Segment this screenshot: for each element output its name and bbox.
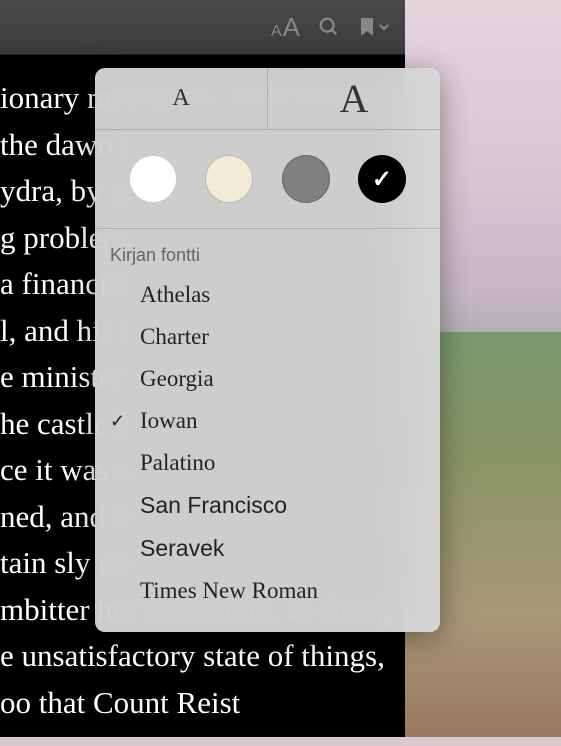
font-option-charter[interactable]: Charter (95, 316, 440, 358)
font-section-header: Kirjan fontti (95, 241, 440, 274)
theme-selector: ✓ (95, 130, 440, 229)
theme-black[interactable]: ✓ (358, 155, 406, 203)
increase-font-button[interactable]: A (268, 68, 440, 129)
book-text-line: e unsatisfactory state of things, (0, 633, 395, 680)
toolbar: AA (0, 0, 405, 55)
font-option-label: Palatino (140, 450, 215, 476)
font-option-georgia[interactable]: Georgia (95, 358, 440, 400)
font-size-control: A A (95, 68, 440, 130)
decrease-font-button[interactable]: A (95, 68, 268, 129)
font-option-seravek[interactable]: Seravek (95, 527, 440, 570)
font-option-athelas[interactable]: Athelas (95, 274, 440, 316)
theme-gray[interactable] (282, 155, 330, 203)
appearance-button[interactable]: AA (271, 12, 300, 43)
font-option-palatino[interactable]: Palatino (95, 442, 440, 484)
font-section: Kirjan fontti AthelasCharterGeorgia✓Iowa… (95, 229, 440, 632)
font-option-label: Iowan (140, 408, 197, 434)
font-option-iowan[interactable]: ✓Iowan (95, 400, 440, 442)
book-text-line: oo that Count Reist (0, 680, 395, 727)
font-option-label: Athelas (140, 282, 210, 308)
appearance-popover: A A ✓ Kirjan fontti Athelas Charter Georgi… (95, 68, 440, 632)
font-option-label: Times New Roman (140, 578, 318, 604)
theme-sepia[interactable] (205, 155, 253, 203)
font-option-label: San Francisco (140, 492, 287, 519)
font-option-times-new-roman[interactable]: Times New Roman (95, 570, 440, 612)
checkmark-icon: ✓ (372, 165, 392, 194)
font-option-san-francisco[interactable]: San Francisco (95, 484, 440, 527)
search-icon[interactable] (318, 16, 340, 38)
font-option-label: Seravek (140, 535, 224, 562)
chevron-down-icon (378, 21, 390, 33)
bookmark-button[interactable] (358, 16, 390, 38)
theme-white[interactable] (129, 155, 177, 203)
font-option-label: Georgia (140, 366, 214, 392)
checkmark-icon: ✓ (110, 411, 140, 432)
font-option-label: Charter (140, 324, 209, 350)
